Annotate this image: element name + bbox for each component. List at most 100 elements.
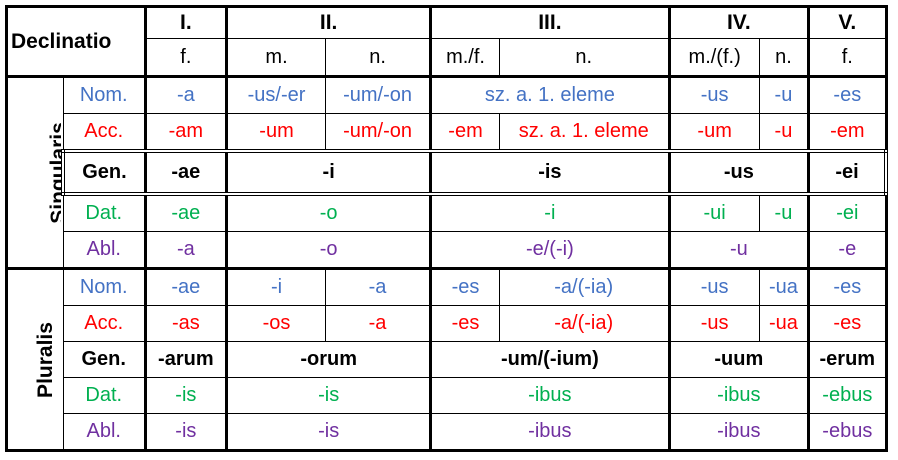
ending-cell: -us [667, 268, 760, 306]
ending-cell: -orum [225, 341, 432, 378]
ending-cell: -ibus [429, 413, 670, 451]
ending-cell: -a [143, 231, 228, 270]
gender-3-mf: m./f. [429, 38, 500, 78]
ending-cell: -ua [758, 305, 810, 342]
declinatio-header: Declinatio [6, 6, 146, 78]
ending-cell: -um/-on [324, 113, 432, 152]
ending-cell: -is [143, 413, 228, 451]
ending-cell: -us/-er [225, 76, 326, 114]
ending-cell: -ibus [667, 413, 810, 451]
ending-cell: -a/(-ia) [498, 268, 670, 306]
ending-cell: -us [667, 149, 810, 196]
ending-cell: sz. a. 1. eleme [429, 76, 670, 114]
declension-5-header: V. [807, 6, 887, 39]
declension-1-header: I. [143, 6, 228, 39]
declension-3-header: III. [429, 6, 670, 39]
case-label: Dat. [62, 377, 146, 414]
ending-cell: -es [807, 76, 887, 114]
declension-table: Declinatio I. II. III. IV. V. f. m. n. m… [5, 5, 889, 452]
case-label: Gen. [61, 149, 146, 196]
ending-cell: -i [225, 149, 432, 196]
plural-dat-row: Dat. -is -is -ibus -ibus -ebus [7, 377, 887, 414]
gender-2-m: m. [225, 38, 326, 78]
ending-cell: -us [667, 305, 760, 342]
ending-cell: -es [807, 268, 887, 306]
gender-3-n: n. [498, 38, 670, 78]
ending-cell: -u [758, 193, 810, 232]
gender-1-f: f. [143, 38, 228, 78]
case-label: Abl. [62, 413, 146, 451]
ending-cell: -i [429, 193, 670, 232]
ending-cell: -um [667, 113, 760, 152]
ending-cell: -is [225, 413, 432, 451]
ending-cell: -u [667, 231, 810, 270]
plural-abl-row: Abl. -is -is -ibus -ibus -ebus [7, 413, 887, 451]
ending-cell: -ae [143, 268, 228, 306]
ending-cell: -es [429, 305, 500, 342]
case-label: Nom. [62, 268, 146, 306]
ending-cell: -um/-on [324, 76, 432, 114]
ending-cell: -ei [807, 193, 887, 232]
ending-cell: -o [225, 231, 432, 270]
gender-4-mf: m./(f.) [667, 38, 760, 78]
case-label: Acc. [62, 305, 146, 342]
case-label: Nom. [62, 76, 146, 114]
ending-cell: -ua [758, 268, 810, 306]
ending-cell: -am [143, 113, 228, 152]
ending-cell: -e [807, 231, 887, 270]
plural-nom-row: Pluralis Nom. -ae -i -a -es -a/(-ia) -us… [6, 268, 887, 451]
ending-cell: -uum [667, 341, 810, 378]
declension-2-header: II. [225, 6, 432, 39]
ending-cell: -a [324, 268, 432, 306]
ending-cell: -o [225, 193, 432, 232]
ending-cell: -e/(-i) [429, 231, 670, 270]
ending-cell: -i [225, 268, 326, 306]
ending-cell: -us [667, 76, 760, 114]
ending-cell: -u [758, 76, 810, 114]
case-label: Abl. [62, 231, 146, 270]
case-label: Dat. [62, 193, 146, 232]
ending-cell: -em [807, 113, 887, 152]
ending-cell: -ae [143, 149, 228, 196]
ending-cell: -um/(-ium) [429, 341, 670, 378]
ending-cell: -ei [807, 149, 889, 196]
ending-cell: -is [143, 377, 228, 414]
ending-cell: -ebus [807, 413, 887, 451]
declension-number-row: Declinatio I. II. III. IV. V. [6, 6, 887, 78]
pluralis-label: Pluralis [6, 268, 64, 451]
ending-cell: -is [225, 377, 432, 414]
ending-cell: -is [429, 149, 670, 196]
ending-cell: -ae [143, 193, 228, 232]
ending-cell: -ui [667, 193, 760, 232]
plural-acc-row: Acc. -as -os -a -es -a/(-ia) -us -ua -es [7, 305, 887, 342]
case-label: Gen. [62, 341, 146, 378]
singularis-label-text: Singularis [46, 121, 64, 224]
ending-cell: -erum [807, 341, 887, 378]
ending-cell: sz. a. 1. eleme [498, 113, 670, 152]
ending-cell: -ibus [667, 377, 810, 414]
ending-cell: -ebus [807, 377, 887, 414]
singular-dat-row: Dat. -ae -o -i -ui -u -ei [7, 193, 887, 232]
gender-4-n: n. [758, 38, 810, 78]
ending-cell: -em [429, 113, 500, 152]
plural-gen-row: Gen. -arum -orum -um/(-ium) -uum -erum [7, 341, 887, 378]
ending-cell: -u [758, 113, 810, 152]
ending-cell: -es [429, 268, 500, 306]
ending-cell: -a/(-ia) [498, 305, 670, 342]
ending-cell: -arum [143, 341, 228, 378]
ending-cell: -a [143, 76, 228, 114]
ending-cell: -es [807, 305, 887, 342]
ending-cell: -as [143, 305, 228, 342]
ending-cell: -os [225, 305, 326, 342]
pluralis-label-text: Pluralis [33, 321, 57, 398]
gender-2-n: n. [324, 38, 432, 78]
singular-abl-row: Abl. -a -o -e/(-i) -u -e [7, 231, 887, 270]
gender-5-f: f. [807, 38, 887, 78]
singular-nom-row: Singularis Nom. -a -us/-er -um/-on sz. a… [6, 76, 887, 270]
ending-cell: -a [324, 305, 432, 342]
ending-cell: -um [225, 113, 326, 152]
singular-gen-row: Gen. -ae -i -is -us -ei [7, 149, 889, 196]
singularis-label: Singularis [6, 76, 64, 270]
declension-4-header: IV. [667, 6, 810, 39]
case-label: Acc. [62, 113, 146, 152]
